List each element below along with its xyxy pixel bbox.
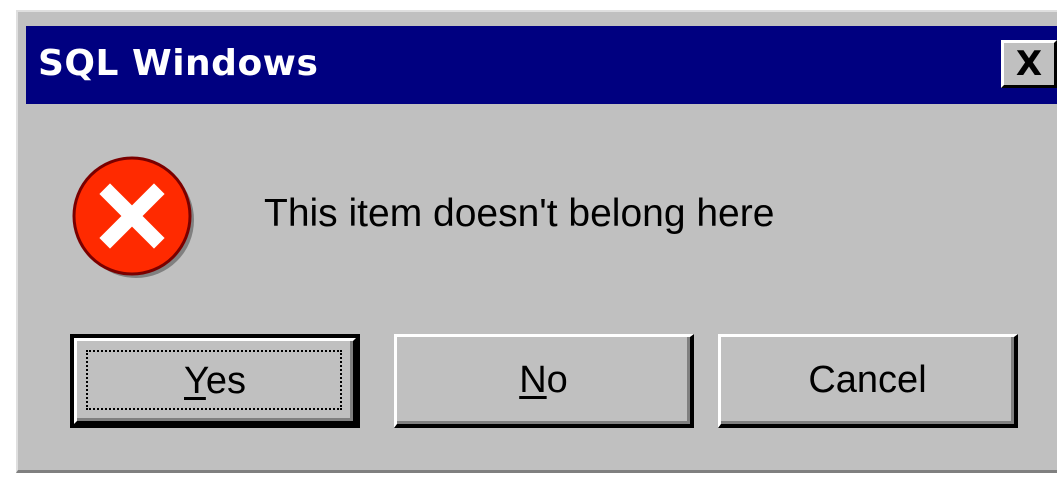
- window-title: SQL Windows: [38, 43, 319, 84]
- yes-label-rest: es: [205, 359, 246, 402]
- no-button[interactable]: No: [394, 334, 694, 428]
- cancel-button-label: Cancel: [808, 359, 927, 401]
- cancel-button[interactable]: Cancel: [718, 334, 1018, 428]
- yes-button[interactable]: Yes: [70, 334, 360, 428]
- message-dialog: SQL Windows X This item doesn't belong h…: [16, 10, 1057, 473]
- no-button-label: No: [519, 359, 568, 402]
- error-icon: [72, 156, 194, 278]
- close-button[interactable]: X: [1001, 40, 1057, 88]
- message-text: This item doesn't belong here: [264, 192, 775, 235]
- yes-button-label: Yes: [184, 360, 246, 403]
- title-bar[interactable]: SQL Windows X: [26, 26, 1057, 104]
- no-accelerator: N: [519, 359, 547, 401]
- close-icon: X: [1015, 44, 1043, 84]
- no-label-rest: o: [546, 359, 568, 401]
- yes-accelerator: Y: [184, 359, 206, 402]
